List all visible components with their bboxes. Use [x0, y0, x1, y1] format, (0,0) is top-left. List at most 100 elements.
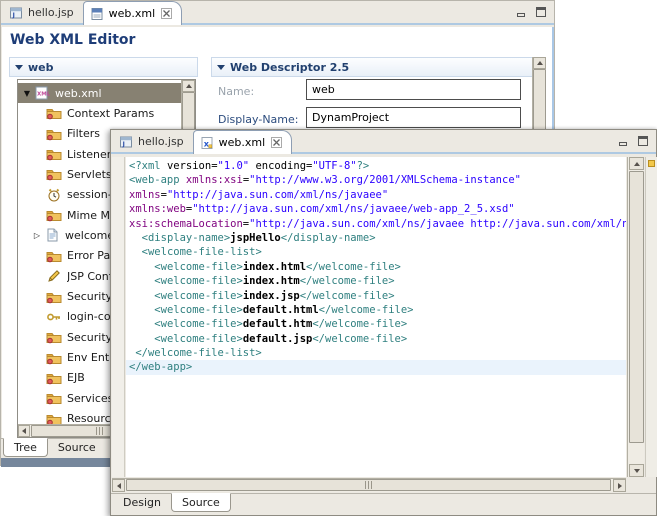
thumb-grip [365, 481, 373, 489]
page-icon [44, 228, 60, 242]
section-header-web[interactable]: web [9, 57, 198, 77]
editor-tabbar: J hello.jsp web.xml [1, 1, 554, 25]
scroll-down-button[interactable] [629, 464, 644, 477]
maximize-button[interactable] [636, 134, 650, 147]
code-line: <?xml version="1.0" encoding="UTF-8"?> [126, 159, 626, 173]
section-twisty-icon [217, 65, 225, 70]
folder-icon [46, 391, 62, 405]
display-name-field-label[interactable]: Display-Name: [218, 113, 298, 126]
section-title: Web Descriptor 2.5 [230, 61, 349, 74]
arrow-right-icon [618, 483, 622, 489]
close-icon[interactable] [271, 137, 282, 148]
folder-icon [46, 106, 62, 120]
annotation-ruler [112, 157, 125, 477]
expanded-arrow-icon[interactable]: ▼ [20, 89, 34, 98]
scroll-up-button[interactable] [182, 80, 195, 92]
tab-label: web.xml [219, 136, 266, 149]
tree-item-web-xml[interactable]: ▼XML web.xml [18, 83, 181, 103]
scroll-up-button[interactable] [629, 157, 644, 170]
tree-item-label: Filters [67, 127, 100, 140]
tab-hello-jsp[interactable]: J hello.jsp [113, 131, 193, 152]
editor-horizontal-scrollbar[interactable] [112, 478, 626, 492]
tab-design[interactable]: Design [113, 494, 171, 513]
scroll-thumb[interactable] [126, 479, 611, 491]
scroll-up-button[interactable] [533, 57, 546, 69]
svg-text:J: J [122, 140, 125, 148]
clock-icon [46, 188, 62, 202]
arrow-up-icon [634, 162, 640, 166]
tab-label: hello.jsp [28, 6, 74, 19]
code-line: xmlns:web="http://java.sun.com/xml/ns/ja… [126, 202, 626, 216]
tab-source[interactable]: Source [171, 493, 231, 512]
webxml-file-icon [90, 7, 104, 21]
scroll-left-button[interactable] [18, 425, 30, 437]
name-input[interactable]: web [306, 79, 521, 100]
minimize-button[interactable] [616, 134, 630, 147]
code-line: <welcome-file>index.jsp</welcome-file> [126, 289, 626, 303]
code-line: </welcome-file-list> [126, 346, 626, 360]
display-name-input[interactable]: DynamProject [306, 107, 521, 128]
key-icon [46, 310, 62, 324]
collapsed-arrow-icon[interactable]: ▷ [30, 231, 44, 240]
tree-item-label: Servlets [67, 168, 112, 181]
maximize-icon [536, 7, 546, 17]
minimize-button[interactable] [514, 5, 528, 18]
svg-text:XML: XML [37, 92, 50, 98]
tab-web-xml[interactable]: x web.xml [193, 130, 293, 154]
arrow-up-icon [537, 61, 543, 65]
editor-tabbar: J hello.jsp x web.xml [111, 130, 656, 154]
thumb-grip [96, 427, 104, 435]
maximize-button[interactable] [534, 5, 548, 18]
minimize-icon [619, 142, 627, 146]
pencil-icon [46, 269, 62, 283]
code-line-current: </web-app> [126, 360, 626, 374]
folder-icon [46, 147, 62, 161]
svg-text:J: J [12, 11, 15, 19]
code-line: xmlns="http://java.sun.com/xml/ns/javaee… [126, 188, 626, 202]
xml-source-editor[interactable]: <?xml version="1.0" encoding="UTF-8"?><w… [126, 157, 626, 477]
arrow-up-icon [186, 84, 192, 88]
name-field-label: Name: [218, 85, 254, 98]
overview-ruler[interactable] [645, 157, 657, 477]
tab-label: web.xml [109, 7, 156, 20]
jsp-file-icon: J [9, 6, 23, 20]
code-line: <welcome-file>index.htm</welcome-file> [126, 274, 626, 288]
section-header-web-descriptor[interactable]: Web Descriptor 2.5 [211, 57, 533, 77]
tab-web-xml[interactable]: web.xml [83, 1, 183, 25]
tab-label: hello.jsp [138, 135, 184, 148]
code-line: <welcome-file>default.jsp</welcome-file> [126, 332, 626, 346]
code-line: <welcome-file>default.html</welcome-file… [126, 303, 626, 317]
tab-source[interactable]: Source [48, 439, 106, 458]
tree-item-label: web.xml [55, 87, 102, 100]
tree-item-label: Services [67, 392, 113, 405]
eclipse-workbench: J hello.jsp web.xml Web XML Editor web ▼… [0, 0, 657, 516]
jsp-file-icon: J [119, 135, 133, 149]
minimize-icon [517, 13, 525, 17]
code-line: <web-app xmlns:xsi="http://www.w3.org/20… [126, 173, 626, 187]
section-title: web [28, 61, 54, 74]
tab-hello-jsp[interactable]: J hello.jsp [3, 2, 83, 23]
code-line: <welcome-file>index.html</welcome-file> [126, 260, 626, 274]
scroll-left-button[interactable] [112, 479, 125, 492]
code-line: <welcome-file-list> [126, 245, 626, 259]
scroll-thumb[interactable] [629, 171, 644, 443]
arrow-left-icon [117, 483, 121, 489]
section-twisty-icon [15, 65, 23, 70]
editor-vertical-scrollbar[interactable] [627, 157, 644, 477]
folder-icon [46, 412, 62, 424]
xml-file-icon: x [200, 136, 214, 150]
folder-icon [46, 208, 62, 222]
annotation-marker[interactable] [648, 160, 655, 167]
tree-item-context-params[interactable]: Context Params [18, 103, 181, 123]
folder-icon [46, 371, 62, 385]
tab-tree[interactable]: Tree [3, 438, 48, 457]
folder-icon [46, 249, 62, 263]
folder-icon [46, 351, 62, 365]
folder-icon [46, 127, 62, 141]
arrow-down-icon [634, 469, 640, 473]
xml-doc-icon: XML [34, 86, 50, 100]
close-icon[interactable] [161, 8, 172, 19]
tree-item-label: Context Params [67, 107, 154, 120]
scroll-right-button[interactable] [613, 479, 626, 492]
code-line: <welcome-file>default.htm</welcome-file> [126, 317, 626, 331]
